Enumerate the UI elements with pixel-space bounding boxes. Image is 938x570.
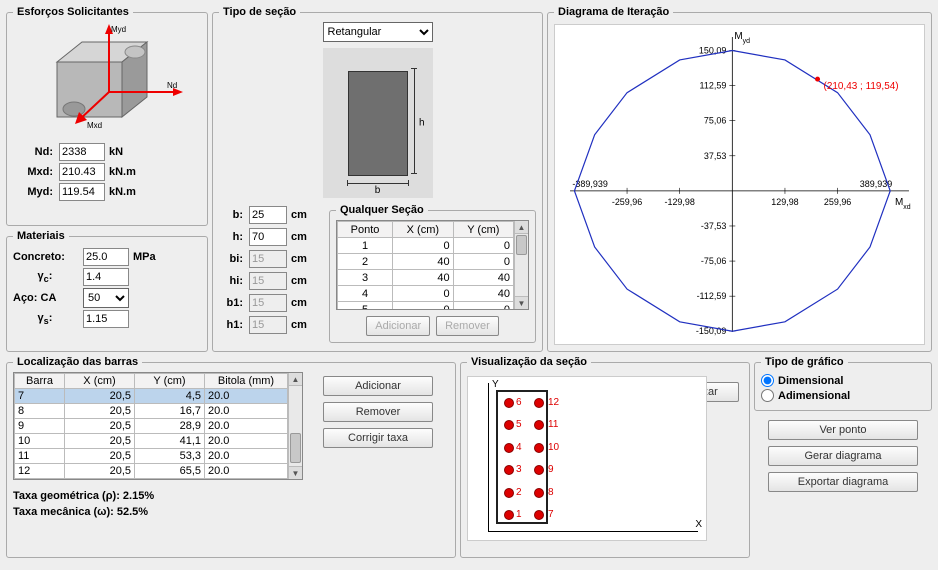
- barras-table[interactable]: BarraX (cm)Y (cm)Bitola (mm) 720,54,520.…: [13, 372, 303, 480]
- diagrama-panel: Diagrama de Iteração MydMxd150,09112,597…: [547, 6, 932, 352]
- table-row: 920,528,920.0: [15, 419, 288, 434]
- b1-input: [249, 294, 287, 312]
- barras-panel: Localização das barras BarraX (cm)Y (cm)…: [6, 356, 456, 558]
- table-row: 820,516,720.0: [15, 404, 288, 419]
- qualquer-scrollbar[interactable]: ▲▼: [514, 221, 528, 309]
- svg-text:37,53: 37,53: [704, 151, 726, 161]
- grafico-panel: Tipo de gráfico Dimensional Adimensional: [754, 356, 932, 411]
- svg-text:-112,59: -112,59: [697, 291, 727, 301]
- svg-text:259,96: 259,96: [824, 197, 851, 207]
- interaction-plot: MydMxd150,09112,5975,0637,53-37,53-75,06…: [554, 24, 925, 345]
- isometric-diagram: Myd Nd Mxd: [27, 22, 187, 137]
- diagrama-legend: Diagrama de Iteração: [554, 6, 673, 18]
- svg-text:Myd: Myd: [734, 31, 750, 45]
- ys-input[interactable]: [83, 310, 129, 328]
- h1-input: [249, 316, 287, 334]
- esforcos-panel: Esforços Solicitantes Myd: [6, 6, 208, 226]
- svg-text:129,98: 129,98: [771, 197, 798, 207]
- svg-text:Nd: Nd: [167, 81, 177, 90]
- myd-unit: kN.m: [109, 186, 147, 198]
- hi-input: [249, 272, 287, 290]
- table-row: 720,54,520.0: [15, 389, 288, 404]
- taxa-mecanica: Taxa mecânica (ω): 52.5%: [13, 506, 449, 518]
- mxd-unit: kN.m: [109, 166, 147, 178]
- qualquer-table[interactable]: PontoX (cm)Y (cm) 100 2400 34040 4040 50…: [336, 220, 529, 310]
- b-input[interactable]: [249, 206, 287, 224]
- svg-text:-129,98: -129,98: [664, 197, 694, 207]
- aco-select[interactable]: 50: [83, 288, 129, 308]
- dimensional-radio[interactable]: Dimensional: [761, 374, 925, 387]
- concreto-label: Concreto:: [13, 251, 77, 263]
- svg-text:-75,06: -75,06: [701, 256, 726, 266]
- qualquer-panel: Qualquer Seção PontoX (cm)Y (cm) 100 240…: [329, 204, 536, 343]
- myd-label: Myd:: [13, 186, 53, 198]
- materiais-legend: Materiais: [13, 230, 69, 242]
- barras-scrollbar[interactable]: ▲▼: [288, 373, 302, 479]
- h-input[interactable]: [249, 228, 287, 246]
- secao-legend: Tipo de seção: [219, 6, 300, 18]
- barras-legend: Localização das barras: [13, 356, 142, 368]
- secao-panel: Tipo de seção Retangular h b b:cm h:cm b…: [212, 6, 543, 352]
- tipo-secao-select[interactable]: Retangular: [323, 22, 433, 42]
- table-row: 1120,553,320.0: [15, 449, 288, 464]
- svg-text:112,59: 112,59: [700, 81, 727, 91]
- barras-fix-button[interactable]: Corrigir taxa: [323, 428, 433, 448]
- taxa-geometrica: Taxa geométrica (ρ): 2.15%: [13, 490, 449, 502]
- viz-legend: Visualização da seção: [467, 356, 591, 368]
- myd-input[interactable]: [59, 183, 105, 201]
- qualquer-legend: Qualquer Seção: [336, 204, 428, 216]
- nd-input[interactable]: [59, 143, 105, 161]
- mxd-input[interactable]: [59, 163, 105, 181]
- svg-text:75,06: 75,06: [704, 116, 726, 126]
- adimensional-radio[interactable]: Adimensional: [761, 389, 925, 402]
- aco-label: Aço: CA: [13, 292, 77, 304]
- svg-text:Myd: Myd: [111, 25, 126, 34]
- concreto-input[interactable]: [83, 248, 129, 266]
- svg-text:-37,53: -37,53: [701, 221, 726, 231]
- concreto-unit: MPa: [133, 251, 171, 263]
- exportar-diagrama-button[interactable]: Exportar diagrama: [768, 472, 918, 492]
- yc-label: γc:: [13, 270, 77, 284]
- esforcos-legend: Esforços Solicitantes: [13, 6, 133, 18]
- grafico-legend: Tipo de gráfico: [761, 356, 848, 368]
- barras-remove-button[interactable]: Remover: [323, 402, 433, 422]
- qualquer-remove-button: Remover: [436, 316, 499, 336]
- mxd-label: Mxd:: [13, 166, 53, 178]
- section-viz: Y X 612511410392817: [467, 376, 707, 541]
- svg-text:-259,96: -259,96: [612, 197, 642, 207]
- ys-label: γs:: [13, 312, 77, 326]
- svg-text:(210,43 ; 119,54): (210,43 ; 119,54): [824, 81, 899, 92]
- viz-panel: Visualização da seção Visualizar Y X 612…: [460, 356, 750, 558]
- ver-ponto-button[interactable]: Ver ponto: [768, 420, 918, 440]
- barras-add-button[interactable]: Adicionar: [323, 376, 433, 396]
- table-row: 1220,565,520.0: [15, 464, 288, 479]
- materiais-panel: Materiais Concreto: MPa γc: Aço: CA 50 γ…: [6, 230, 208, 352]
- gerar-diagrama-button[interactable]: Gerar diagrama: [768, 446, 918, 466]
- svg-text:Mxd: Mxd: [87, 121, 102, 130]
- svg-text:Mxd: Mxd: [895, 197, 911, 210]
- bi-input: [249, 250, 287, 268]
- section-preview: h b: [323, 48, 433, 198]
- table-row: 1020,541,120.0: [15, 434, 288, 449]
- qualquer-add-button: Adicionar: [366, 316, 430, 336]
- yc-input[interactable]: [83, 268, 129, 286]
- nd-unit: kN: [109, 146, 147, 158]
- nd-label: Nd:: [13, 146, 53, 158]
